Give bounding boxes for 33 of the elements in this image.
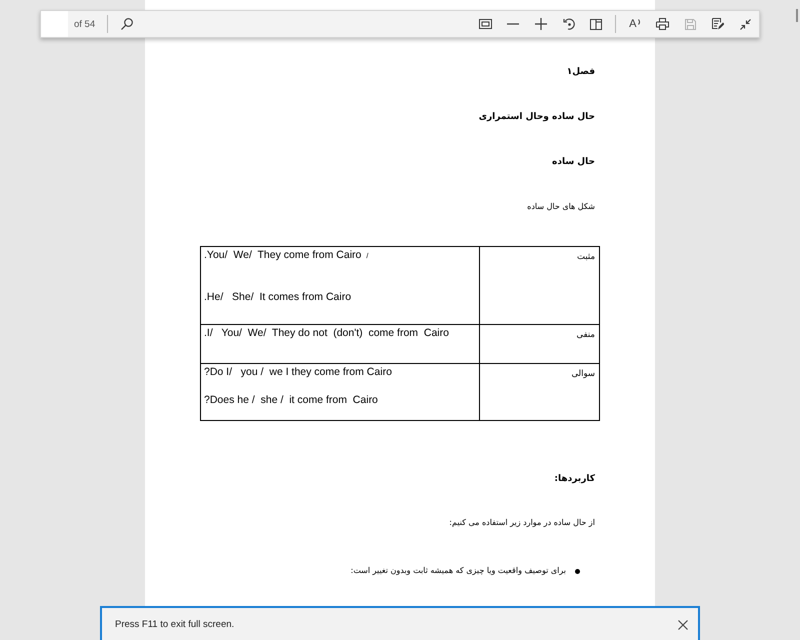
example-sentence: .You/ We/ They come from Cairo bbox=[204, 248, 362, 262]
shrink-arrows-icon bbox=[740, 18, 751, 30]
page-view-icon bbox=[590, 18, 602, 30]
row-label: منفی bbox=[576, 330, 595, 340]
paragraph-text: از حال ساده در موارد زیر استفاده می کنیم: bbox=[449, 518, 595, 527]
page-number-field[interactable] bbox=[41, 11, 68, 37]
floppy-disk-icon bbox=[684, 18, 696, 30]
paragraph-text: شکل های حال ساده bbox=[527, 202, 595, 211]
scrollbar-thumb[interactable] bbox=[796, 9, 798, 22]
search-icon bbox=[120, 18, 133, 30]
close-icon bbox=[678, 620, 688, 630]
row-label: مثبت bbox=[576, 252, 595, 262]
sound-wave-icon bbox=[638, 18, 640, 24]
notification-text: Press F11 to exit full screen. bbox=[115, 618, 234, 632]
fit-page-icon bbox=[479, 19, 492, 29]
section-heading: فصل۱ bbox=[566, 67, 595, 77]
page-count-label: of 54 bbox=[74, 18, 96, 30]
bullet-icon bbox=[575, 568, 580, 574]
rotate-icon bbox=[562, 18, 575, 30]
example-sentence: .He/ She/ It comes from Cairo bbox=[204, 290, 352, 304]
example-sentence: ?Does he / she / it come from Cairo bbox=[204, 393, 378, 407]
example-sentence: ?Do I/ you / we I they come from Cairo bbox=[204, 365, 392, 379]
read-aloud-button[interactable]: A bbox=[621, 11, 649, 37]
section-heading: حال ساده وحال استمراری bbox=[478, 112, 595, 122]
example-sentence: .I/ You/ We/ They do not (don't) come from Cairo bbox=[204, 326, 449, 340]
zoom-in-icon bbox=[535, 18, 548, 30]
printer-icon bbox=[656, 18, 669, 30]
page-with-pen-icon bbox=[712, 18, 724, 30]
bullet-text: برای توصیف واقعیت ویا چیزی که همیشه ثابت وبدون تغییر است: bbox=[350, 565, 566, 577]
section-heading: حال ساده bbox=[552, 157, 595, 167]
section-heading: کاربردها: bbox=[554, 474, 595, 484]
row-label: سوالی bbox=[571, 369, 595, 379]
close-button[interactable] bbox=[678, 620, 688, 630]
